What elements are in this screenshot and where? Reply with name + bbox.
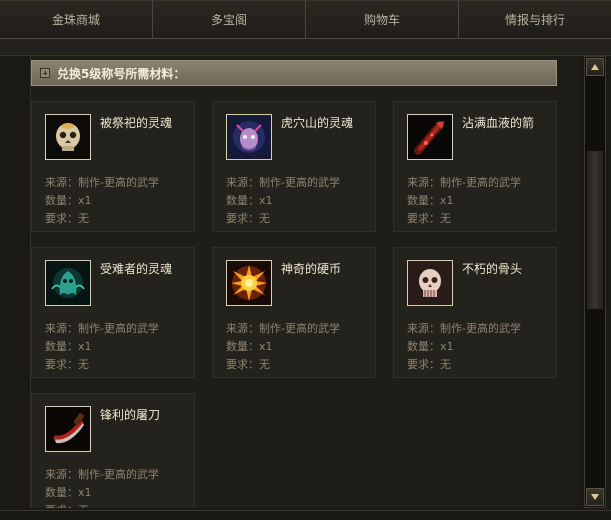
vertical-scrollbar[interactable] [584, 56, 606, 508]
item-source: 来源：制作-更高的武学 [45, 468, 159, 481]
tiger-spirit-icon[interactable] [226, 114, 272, 160]
item-requirement: 要求：无 [226, 358, 270, 371]
header-divider-strip [0, 39, 611, 56]
item-requirement: 要求：无 [407, 212, 451, 225]
section-title: 兑换5级称号所需材料： [57, 66, 186, 81]
item-source: 来源：制作-更高的武学 [226, 322, 340, 335]
ghost-soul-icon[interactable] [45, 260, 91, 306]
top-tab-bar: 金珠商城 多宝阁 购物车 情报与排行 [0, 0, 611, 39]
item-source: 来源：制作-更高的武学 [45, 322, 159, 335]
material-card[interactable]: 神奇的硬币 来源：制作-更高的武学 数量：x1 要求：无 [212, 247, 376, 378]
expand-icon[interactable] [40, 68, 50, 78]
tab-gold-bead-mall[interactable]: 金珠商城 [0, 0, 153, 38]
item-name: 被祭祀的灵魂 [100, 116, 173, 130]
material-card[interactable]: 被祭祀的灵魂 来源：制作-更高的武学 数量：x1 要求：无 [31, 101, 195, 232]
skull-soul-icon[interactable] [45, 114, 91, 160]
item-name: 锋利的屠刀 [100, 408, 161, 422]
scroll-thumb[interactable] [587, 151, 603, 309]
item-requirement: 要求：无 [226, 212, 270, 225]
item-quantity: 数量：x1 [45, 194, 92, 207]
item-quantity: 数量：x1 [407, 194, 454, 207]
item-quantity: 数量：x1 [226, 194, 273, 207]
item-name: 不朽的骨头 [462, 262, 523, 276]
scroll-down-button[interactable] [586, 488, 604, 506]
item-quantity: 数量：x1 [45, 486, 92, 499]
material-card[interactable]: 沾满血液的箭 来源：制作-更高的武学 数量：x1 要求：无 [393, 101, 557, 232]
item-requirement: 要求：无 [45, 502, 89, 508]
item-name: 沾满血液的箭 [462, 116, 535, 130]
materials-panel: 兑换5级称号所需材料： 被祭祀的灵魂 来源：制作-更高的武学 数量：x1 要求：… [30, 56, 579, 508]
item-source: 来源：制作-更高的武学 [226, 176, 340, 189]
butcher-blade-icon[interactable] [45, 406, 91, 452]
item-name: 神奇的硬币 [281, 262, 342, 276]
material-card[interactable]: 虎穴山的灵魂 来源：制作-更高的武学 数量：x1 要求：无 [212, 101, 376, 232]
item-quantity: 数量：x1 [407, 340, 454, 353]
section-header[interactable]: 兑换5级称号所需材料： [31, 60, 557, 86]
bloody-arrow-icon[interactable] [407, 114, 453, 160]
item-requirement: 要求：无 [45, 212, 89, 225]
item-name: 受难者的灵魂 [100, 262, 173, 276]
bone-skull-icon[interactable] [407, 260, 453, 306]
tab-treasure-pavilion[interactable]: 多宝阁 [153, 0, 306, 38]
item-requirement: 要求：无 [45, 358, 89, 371]
material-card[interactable]: 不朽的骨头 来源：制作-更高的武学 数量：x1 要求：无 [393, 247, 557, 378]
item-name: 虎穴山的灵魂 [281, 116, 354, 130]
item-source: 来源：制作-更高的武学 [407, 322, 521, 335]
tab-shopping-cart[interactable]: 购物车 [306, 0, 459, 38]
item-quantity: 数量：x1 [45, 340, 92, 353]
material-card[interactable]: 受难者的灵魂 来源：制作-更高的武学 数量：x1 要求：无 [31, 247, 195, 378]
item-source: 来源：制作-更高的武学 [45, 176, 159, 189]
material-card[interactable]: 锋利的屠刀 来源：制作-更高的武学 数量：x1 要求：无 [31, 393, 195, 508]
tab-intel-rankings[interactable]: 情报与排行 [459, 0, 611, 38]
item-requirement: 要求：无 [407, 358, 451, 371]
item-source: 来源：制作-更高的武学 [407, 176, 521, 189]
scroll-up-button[interactable] [586, 58, 604, 76]
sun-coin-icon[interactable] [226, 260, 272, 306]
item-quantity: 数量：x1 [226, 340, 273, 353]
